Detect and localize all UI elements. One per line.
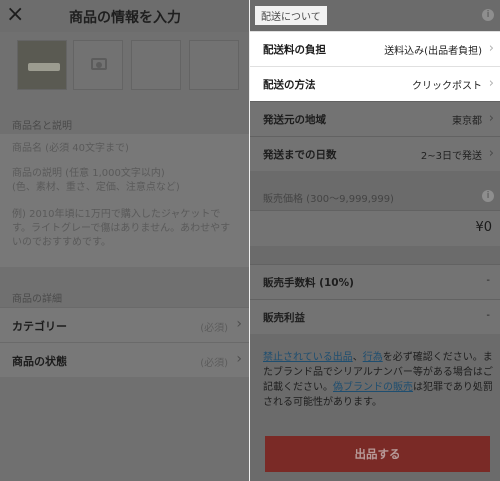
notice-separator: 、 xyxy=(352,352,363,363)
shipping-fee-value: 送料込み(出品者負担) xyxy=(384,46,482,57)
description-hint: (色、素材、重さ、定価、注意点など) xyxy=(12,182,180,193)
info-icon[interactable]: i xyxy=(482,190,494,202)
fee-value: - xyxy=(486,275,490,286)
prohibited-actions-link[interactable]: 行為 xyxy=(363,352,383,363)
chevron-right-icon: › xyxy=(488,111,494,126)
shipping-method-value: クリックポスト xyxy=(412,81,482,92)
required-marker: (必須) xyxy=(200,358,228,369)
shipping-price-panel: 配送について i 配送料の負担 送料込み(出品者負担) › 配送の方法 クリック… xyxy=(250,0,500,481)
shipping-days-row[interactable]: 発送までの日数 2~3日で発送 › xyxy=(250,136,500,171)
item-name-input[interactable]: 商品名 (必須 40文字まで) xyxy=(12,142,129,156)
submit-listing-button[interactable]: 出品する xyxy=(265,436,490,472)
product-photo xyxy=(28,63,60,71)
fee-label: 販売手数料 (10%) xyxy=(263,277,354,289)
required-marker: (必須) xyxy=(200,323,228,334)
origin-value: 東京都 xyxy=(452,116,482,127)
prohibited-items-link[interactable]: 禁止されている出品 xyxy=(263,352,353,363)
chevron-right-icon: › xyxy=(236,351,242,367)
condition-row[interactable]: 商品の状態 (必須) › xyxy=(0,342,250,377)
header-bar: × 商品の情報を入力 xyxy=(0,0,250,32)
photo-slot[interactable] xyxy=(189,40,239,90)
chevron-right-icon: › xyxy=(236,316,242,332)
shipping-method-row[interactable]: 配送の方法 クリックポスト › xyxy=(250,66,500,101)
profit-value: - xyxy=(486,310,490,321)
listing-notice: 禁止されている出品、行為を必ず確認ください。またブランド品でシリアルナンバー等が… xyxy=(263,350,493,410)
profit-row: 販売利益 - xyxy=(250,299,500,334)
origin-region-row[interactable]: 発送元の地域 東京都 › xyxy=(250,101,500,136)
price-input[interactable]: ¥0 xyxy=(475,220,492,235)
description-example: す。ライトグレーで傷はありません。あわせやす xyxy=(12,223,231,234)
add-photo-slot[interactable] xyxy=(73,40,123,90)
category-label: カテゴリー xyxy=(12,320,67,333)
chevron-right-icon: › xyxy=(488,146,494,161)
counterfeit-link[interactable]: 偽ブランドの販売 xyxy=(333,382,413,393)
detail-section-label: 商品の詳細 xyxy=(12,294,62,305)
condition-label: 商品の状態 xyxy=(12,355,67,368)
description-example: 例) 2010年頃に1万円で購入したジャケットで xyxy=(12,209,221,220)
category-row[interactable]: カテゴリー (必須) › xyxy=(0,307,250,342)
camera-icon xyxy=(91,58,107,70)
days-label: 発送までの日数 xyxy=(263,149,337,161)
shipping-section-header: 配送について xyxy=(255,6,327,25)
photo-slot[interactable] xyxy=(131,40,181,90)
shipping-fee-label: 配送料の負担 xyxy=(263,44,326,56)
page-title: 商品の情報を入力 xyxy=(69,10,181,26)
fee-row: 販売手数料 (10%) - xyxy=(250,264,500,299)
photo-thumbnail[interactable] xyxy=(17,40,67,90)
listing-form-panel: × 商品の情報を入力 商品名と説明 商品名 (必須 40文字まで) 商品の説明 … xyxy=(0,0,250,481)
profit-label: 販売利益 xyxy=(263,312,305,324)
shipping-fee-row[interactable]: 配送料の負担 送料込み(出品者負担) › xyxy=(250,31,500,66)
chevron-right-icon: › xyxy=(488,41,494,56)
origin-label: 発送元の地域 xyxy=(263,114,326,126)
description-example: いのでおすすめです。 xyxy=(12,237,111,248)
name-section-label: 商品名と説明 xyxy=(12,121,72,132)
shipping-method-label: 配送の方法 xyxy=(263,79,316,91)
days-value: 2~3日で発送 xyxy=(420,151,482,162)
item-description-input[interactable]: 商品の説明 (任意 1,000文字以内) xyxy=(12,167,165,181)
chevron-right-icon: › xyxy=(488,76,494,91)
price-label: 販売価格 (300〜9,999,999) xyxy=(263,194,394,205)
info-icon[interactable]: i xyxy=(482,9,494,21)
price-input-row[interactable] xyxy=(250,210,500,246)
